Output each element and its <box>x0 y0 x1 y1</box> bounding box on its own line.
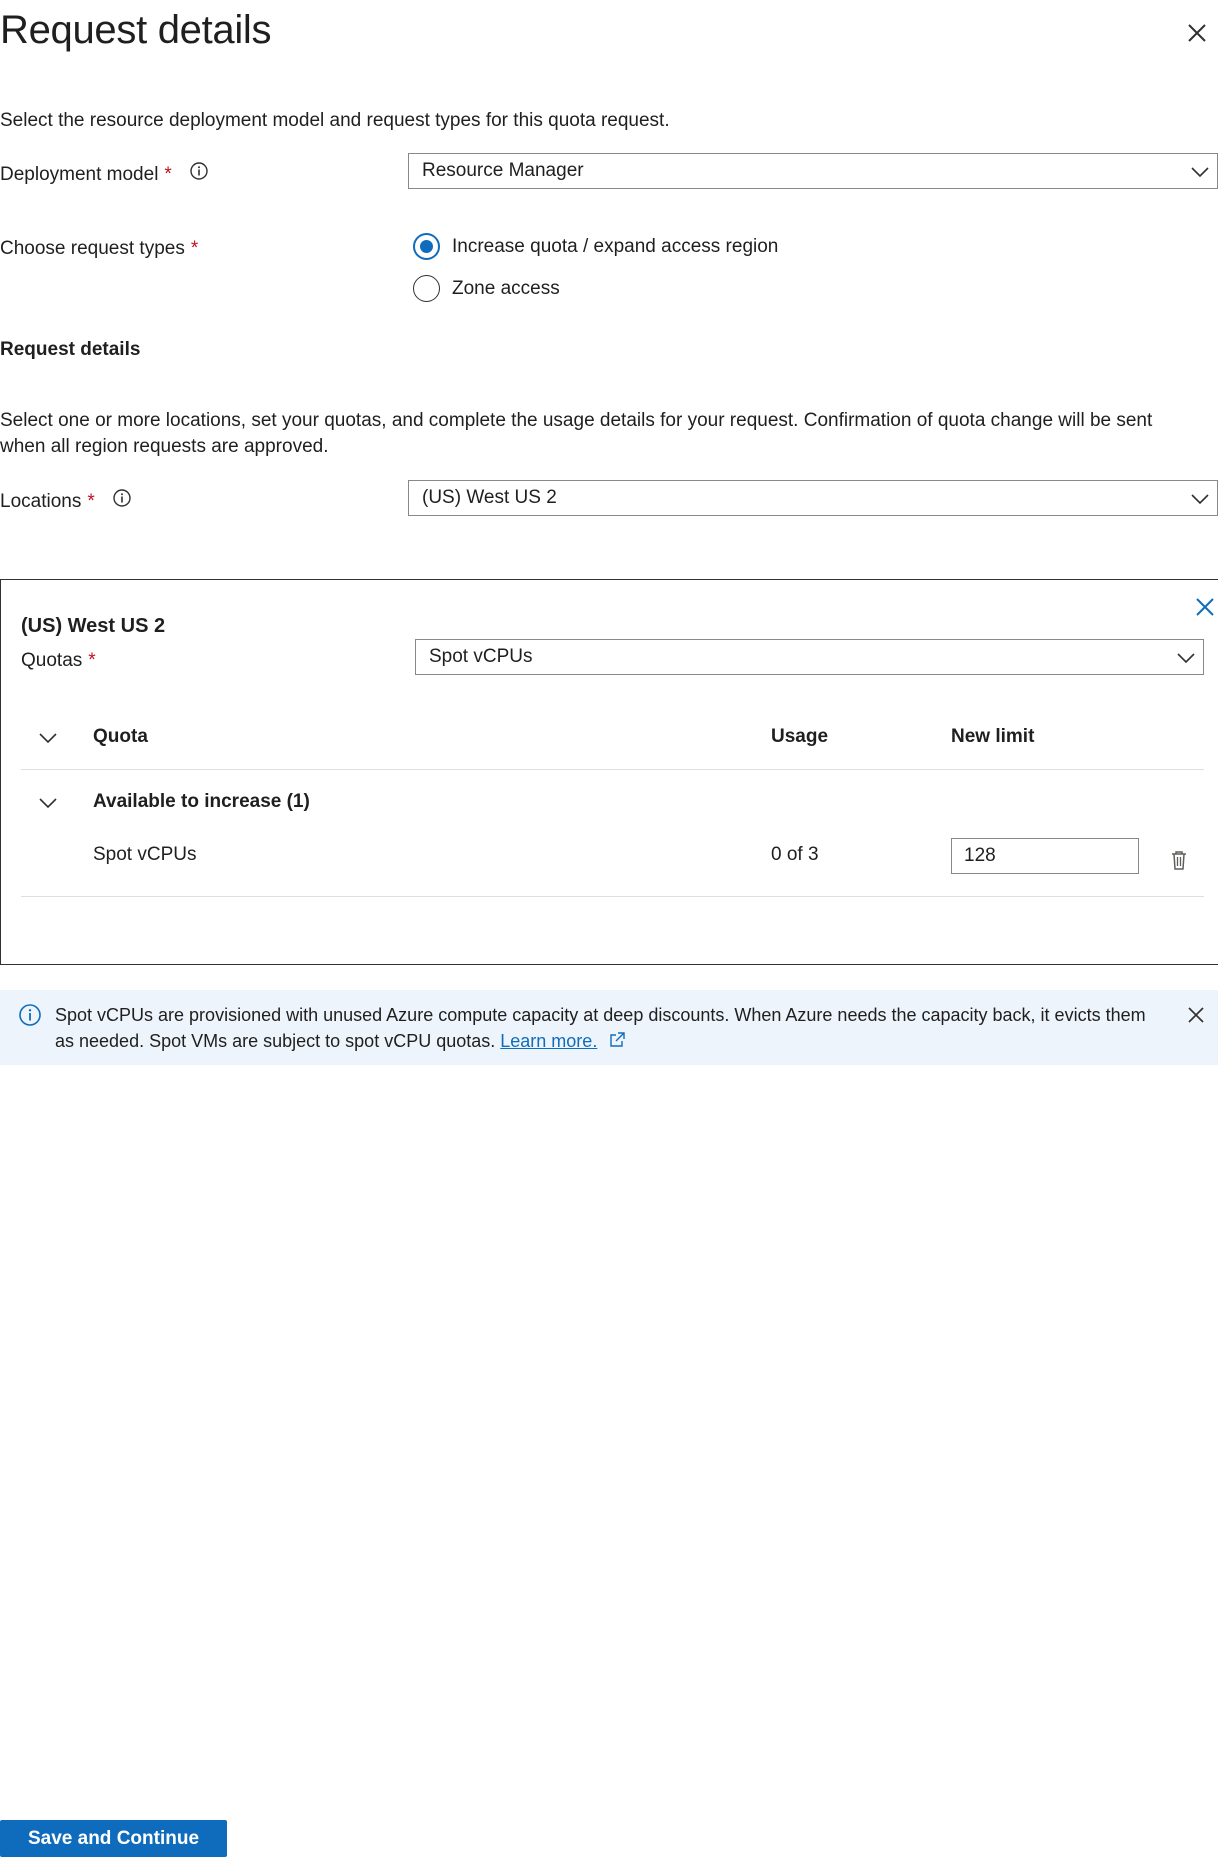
info-icon <box>19 1004 41 1026</box>
banner-text: Spot vCPUs are provisioned with unused A… <box>55 1005 1146 1051</box>
request-types-label: Choose request types <box>0 238 185 259</box>
column-header-quota: Quota <box>93 726 148 747</box>
row-usage: 0 of 3 <box>771 844 819 865</box>
required-mark: * <box>87 491 95 513</box>
quotas-value: Spot vCPUs <box>429 646 533 667</box>
locations-select[interactable]: (US) West US 2 <box>408 480 1218 516</box>
close-icon <box>1196 598 1214 616</box>
row-quota-name: Spot vCPUs <box>93 844 197 865</box>
group-label: Available to increase (1) <box>93 791 310 812</box>
banner-message: Spot vCPUs are provisioned with unused A… <box>55 1002 1165 1054</box>
column-header-usage: Usage <box>771 726 829 747</box>
quotas-label: Quotas <box>21 650 83 671</box>
info-icon[interactable] <box>189 161 209 189</box>
locations-value: (US) West US 2 <box>422 487 557 508</box>
remove-region-button[interactable] <box>1191 593 1218 621</box>
deployment-model-label-row: Deployment model * <box>0 161 209 189</box>
required-mark: * <box>88 650 96 671</box>
group-collapse-chevron-icon[interactable] <box>37 792 59 814</box>
radio-increase-quota[interactable]: Increase quota / expand access region <box>413 233 778 260</box>
radio-button[interactable] <box>413 275 440 302</box>
required-mark: * <box>164 164 172 186</box>
divider <box>21 896 1204 897</box>
divider <box>21 769 1204 770</box>
region-title: (US) West US 2 <box>21 615 166 637</box>
request-details-panel: { "header": { "title": "Request details"… <box>0 0 1218 1861</box>
page-title: Request details <box>0 8 272 52</box>
locations-label: Locations <box>0 491 82 513</box>
deployment-model-select[interactable]: Resource Manager <box>408 153 1218 189</box>
quotas-label-row: Quotas * <box>21 648 96 674</box>
locations-label-row: Locations * <box>0 488 132 516</box>
radio-label: Increase quota / expand access region <box>452 235 779 257</box>
radio-button-selected[interactable] <box>413 233 440 260</box>
request-types-label-row: Choose request types * <box>0 236 198 262</box>
save-and-continue-button[interactable]: Save and Continue <box>0 1820 227 1857</box>
chevron-down-icon <box>1191 167 1209 178</box>
section-description: Select one or more locations, set your q… <box>0 410 1153 457</box>
deployment-model-label: Deployment model <box>0 164 159 186</box>
chevron-down-icon <box>1177 653 1195 664</box>
deployment-model-value: Resource Manager <box>422 160 584 181</box>
region-card: (US) West US 2 Quotas * Spot vCPUs Quota … <box>0 579 1218 965</box>
close-panel-button[interactable] <box>1182 18 1212 48</box>
info-banner: Spot vCPUs are provisioned with unused A… <box>0 990 1218 1065</box>
intro-text: Select the resource deployment model and… <box>0 110 670 131</box>
column-header-new-limit: New limit <box>951 726 1035 747</box>
radio-zone-access[interactable]: Zone access <box>413 275 560 302</box>
delete-trash-icon[interactable] <box>1169 849 1189 871</box>
radio-label: Zone access <box>452 277 560 299</box>
section-heading: Request details <box>0 339 141 360</box>
info-icon[interactable] <box>112 488 132 516</box>
close-icon <box>1188 24 1206 42</box>
new-limit-input[interactable] <box>951 838 1139 874</box>
learn-more-link[interactable]: Learn more. <box>500 1031 597 1051</box>
quotas-select[interactable]: Spot vCPUs <box>415 639 1204 675</box>
chevron-down-icon <box>1191 494 1209 505</box>
external-link-icon <box>610 1032 626 1047</box>
dismiss-banner-icon[interactable] <box>1184 1003 1208 1027</box>
collapse-all-chevron-icon[interactable] <box>37 727 59 749</box>
required-mark: * <box>190 238 199 259</box>
